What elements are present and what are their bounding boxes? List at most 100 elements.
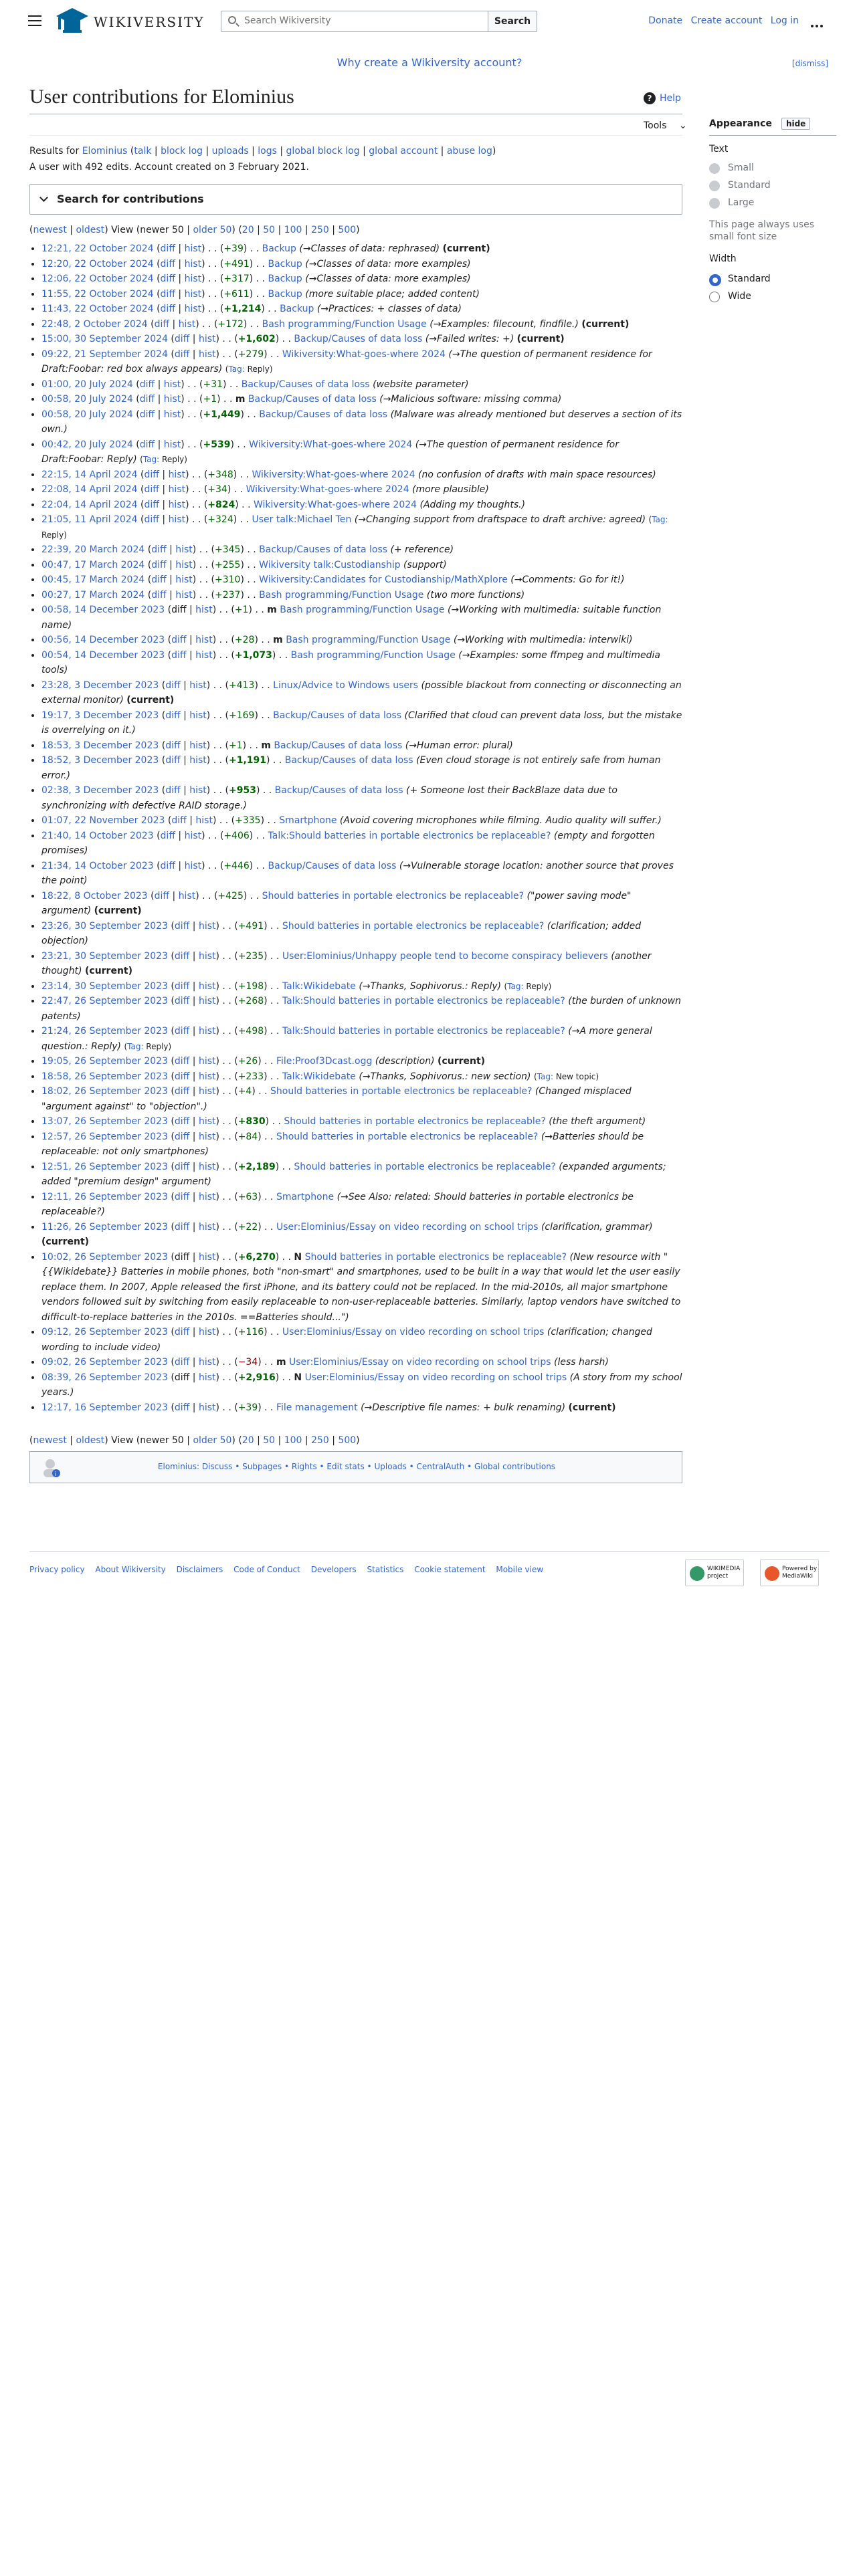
- page-link[interactable]: File:Proof3Dcast.ogg: [276, 1056, 372, 1067]
- limit-100[interactable]: 100: [284, 225, 302, 235]
- diff-link[interactable]: diff: [175, 996, 189, 1006]
- limit-100[interactable]: 100: [284, 1435, 302, 1446]
- hist-link[interactable]: hist: [199, 1357, 216, 1368]
- uploads-link[interactable]: uploads: [212, 146, 249, 156]
- diff-link[interactable]: diff: [151, 544, 166, 555]
- page-link[interactable]: Backup/Causes of data loss: [242, 379, 370, 390]
- diff-link[interactable]: diff: [161, 274, 175, 284]
- diff-link[interactable]: diff: [175, 1132, 189, 1142]
- hist-link[interactable]: hist: [185, 304, 202, 314]
- diff-link[interactable]: diff: [151, 590, 166, 601]
- diff-link[interactable]: diff: [165, 680, 180, 691]
- hist-link[interactable]: hist: [189, 755, 207, 766]
- hist-link[interactable]: hist: [199, 1372, 216, 1383]
- talk-link[interactable]: talk: [134, 146, 151, 156]
- diff-link[interactable]: diff: [175, 1086, 189, 1097]
- older-link[interactable]: older 50: [193, 1435, 231, 1446]
- dismiss-link[interactable]: [dismiss]: [792, 59, 828, 68]
- hist-link[interactable]: hist: [185, 861, 202, 871]
- global-block-log-link[interactable]: global block log: [286, 146, 360, 156]
- diff-link[interactable]: diff: [155, 891, 169, 901]
- diff-link[interactable]: diff: [175, 921, 189, 932]
- diff-link[interactable]: diff: [140, 394, 155, 405]
- help-label[interactable]: Help: [660, 93, 681, 104]
- page-link[interactable]: Talk:Should batteries in portable electr…: [268, 831, 551, 841]
- diff-link[interactable]: diff: [140, 409, 155, 420]
- diff-link[interactable]: diff: [175, 1071, 189, 1082]
- search-input[interactable]: [244, 15, 478, 26]
- diff-link[interactable]: diff: [175, 1357, 189, 1368]
- hist-link[interactable]: hist: [199, 1132, 216, 1142]
- diff-link[interactable]: diff: [175, 1162, 189, 1172]
- page-link[interactable]: User:Elominius/Essay on video recording …: [276, 1222, 539, 1232]
- hist-link[interactable]: hist: [199, 1222, 216, 1232]
- diff-link[interactable]: diff: [175, 1222, 189, 1232]
- diff-link[interactable]: diff: [145, 514, 159, 525]
- hist-link[interactable]: hist: [195, 635, 213, 645]
- revision-date-link[interactable]: 22:47, 26 September 2023: [41, 996, 168, 1006]
- newest-link[interactable]: newest: [33, 225, 66, 235]
- hist-link[interactable]: hist: [185, 274, 202, 284]
- page-link[interactable]: Backup/Causes of data loss: [259, 409, 387, 420]
- footer-link[interactable]: Statistics: [367, 1565, 404, 1574]
- help-link[interactable]: ? Help: [644, 92, 681, 104]
- hist-link[interactable]: hist: [169, 484, 186, 495]
- revision-date-link[interactable]: 22:15, 14 April 2024: [41, 469, 138, 480]
- diff-link[interactable]: diff: [140, 379, 155, 390]
- hist-link[interactable]: hist: [199, 951, 216, 962]
- limit-500[interactable]: 500: [338, 225, 356, 235]
- revision-date-link[interactable]: 00:47, 17 March 2024: [41, 560, 145, 570]
- revision-date-link[interactable]: 00:27, 17 March 2024: [41, 590, 145, 601]
- revision-date-link[interactable]: 11:26, 26 September 2023: [41, 1222, 168, 1232]
- page-link[interactable]: User:Elominius/Essay on video recording …: [282, 1327, 545, 1337]
- hist-link[interactable]: hist: [179, 319, 196, 330]
- diff-link[interactable]: diff: [175, 1116, 189, 1127]
- revision-date-link[interactable]: 18:52, 3 December 2023: [41, 755, 159, 766]
- hist-link[interactable]: hist: [199, 1056, 216, 1067]
- hist-link[interactable]: hist: [199, 334, 216, 344]
- page-link[interactable]: Should batteries in portable electronics…: [276, 1132, 538, 1142]
- login-link[interactable]: Log in: [771, 15, 799, 26]
- hist-link[interactable]: hist: [169, 500, 186, 510]
- limit-50[interactable]: 50: [263, 1435, 275, 1446]
- diff-link[interactable]: diff: [175, 334, 189, 344]
- page-link[interactable]: Backup/Causes of data loss: [294, 334, 422, 344]
- diff-link[interactable]: diff: [145, 500, 159, 510]
- diff-link[interactable]: diff: [161, 861, 175, 871]
- oldest-link[interactable]: oldest: [76, 1435, 104, 1446]
- hist-link[interactable]: hist: [189, 785, 207, 796]
- revision-date-link[interactable]: 23:28, 3 December 2023: [41, 680, 159, 691]
- diff-link[interactable]: diff: [175, 1402, 189, 1413]
- revision-date-link[interactable]: 21:24, 26 September 2023: [41, 1026, 168, 1037]
- hist-link[interactable]: hist: [175, 544, 193, 555]
- diff-link[interactable]: diff: [175, 951, 189, 962]
- main-menu-icon[interactable]: [28, 15, 41, 26]
- page-link[interactable]: Should batteries in portable electronics…: [305, 1252, 567, 1263]
- site-notice-link[interactable]: Why create a Wikiversity account?: [337, 56, 522, 69]
- older-link[interactable]: older 50: [193, 225, 231, 235]
- page-link[interactable]: Wikiversity:What-goes-where 2024: [252, 469, 415, 480]
- logs-link[interactable]: logs: [258, 146, 277, 156]
- revision-date-link[interactable]: 22:04, 14 April 2024: [41, 500, 138, 510]
- diff-link[interactable]: diff: [165, 740, 180, 751]
- search-button[interactable]: Search: [488, 11, 537, 32]
- newest-link[interactable]: newest: [33, 1435, 66, 1446]
- revision-date-link[interactable]: 01:07, 22 November 2023: [41, 815, 165, 826]
- footer-link[interactable]: Code of Conduct: [233, 1565, 300, 1574]
- diff-link[interactable]: diff: [161, 289, 175, 300]
- page-link[interactable]: Should batteries in portable electronics…: [262, 891, 524, 901]
- mediawiki-badge[interactable]: Powered by MediaWiki: [760, 1560, 819, 1586]
- revision-date-link[interactable]: 21:40, 14 October 2023: [41, 831, 154, 841]
- revision-date-link[interactable]: 11:43, 22 October 2024: [41, 304, 154, 314]
- tools-label[interactable]: Tools: [644, 120, 667, 131]
- tag-label[interactable]: Tag:: [507, 982, 526, 991]
- page-link[interactable]: File management: [276, 1402, 358, 1413]
- tag-label[interactable]: Tag:: [143, 455, 162, 464]
- diff-link[interactable]: diff: [171, 635, 186, 645]
- hide-appearance-button[interactable]: hide: [781, 118, 811, 130]
- hist-link[interactable]: hist: [199, 1071, 216, 1082]
- diff-link[interactable]: diff: [161, 243, 175, 254]
- diff-link[interactable]: diff: [171, 815, 186, 826]
- revision-date-link[interactable]: 00:56, 14 December 2023: [41, 635, 165, 645]
- limit-20[interactable]: 20: [242, 225, 254, 235]
